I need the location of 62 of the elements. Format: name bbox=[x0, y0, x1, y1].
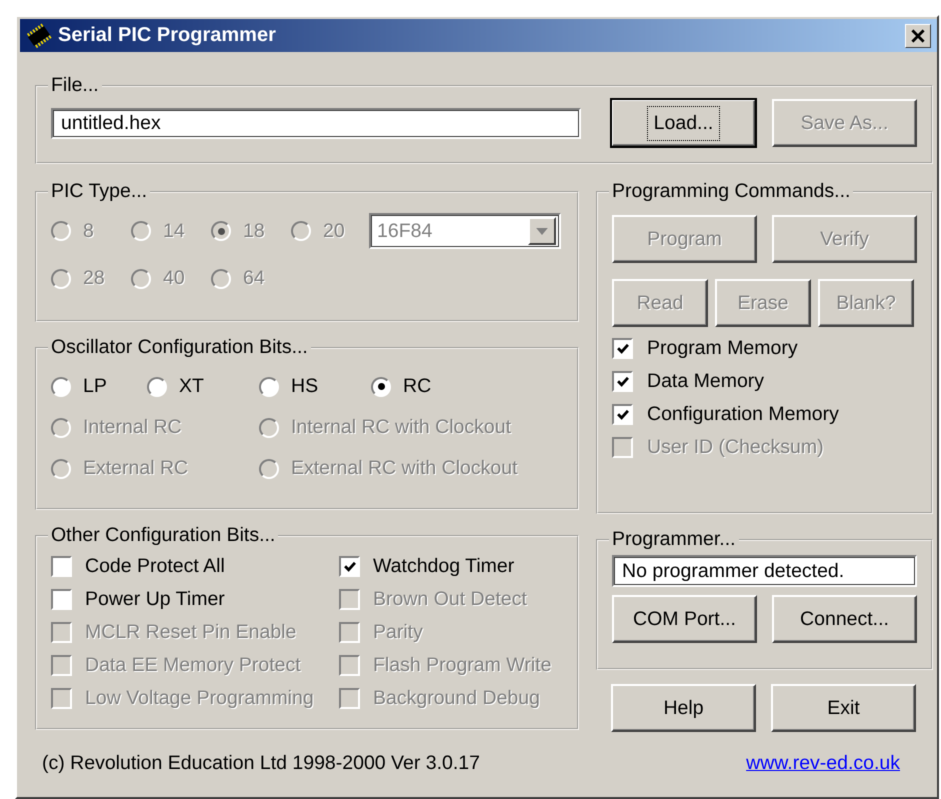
file-button[interactable]: Load... bbox=[611, 99, 756, 147]
checkbox[interactable] bbox=[51, 556, 72, 577]
check-mark-icon bbox=[342, 560, 356, 574]
checkbox[interactable] bbox=[612, 404, 633, 425]
checkbox[interactable] bbox=[339, 556, 360, 577]
checkbox-label: Data Memory bbox=[647, 370, 764, 393]
checkbox-label: Low Voltage Programming bbox=[85, 687, 314, 710]
group-title: Oscillator Configuration Bits... bbox=[50, 336, 309, 359]
status-field: No programmer detected. bbox=[612, 555, 917, 587]
checkbox[interactable] bbox=[612, 338, 633, 359]
group-title: Programmer... bbox=[611, 528, 737, 551]
checkbox[interactable] bbox=[612, 371, 633, 392]
radio-button[interactable] bbox=[259, 376, 279, 396]
radio-button[interactable] bbox=[371, 376, 391, 396]
checkbox-label: Parity bbox=[373, 621, 423, 644]
radio-button[interactable] bbox=[147, 376, 167, 396]
window-title: Serial PIC Programmer bbox=[58, 24, 277, 47]
checkbox-label: Watchdog Timer bbox=[373, 555, 514, 578]
radio-label: XT bbox=[179, 375, 204, 398]
programmer-button[interactable]: Connect... bbox=[772, 595, 917, 643]
checkbox-label: Data EE Memory Protect bbox=[85, 654, 301, 677]
radio-label: 64 bbox=[243, 267, 265, 290]
radio-label: HS bbox=[291, 375, 318, 398]
checkbox-label: Flash Program Write bbox=[373, 654, 552, 677]
radio-label: 14 bbox=[163, 220, 185, 242]
group-title: PIC Type... bbox=[50, 180, 148, 203]
copyright-text: (c) Revolution Education Ltd 1998-2000 Ver 3.0.17 bbox=[42, 752, 480, 775]
radio-label: 20 bbox=[323, 220, 345, 242]
checkbox-label: Power Up Timer bbox=[85, 588, 225, 611]
check-mark-icon bbox=[616, 408, 630, 422]
checkbox-label: Program Memory bbox=[647, 337, 798, 360]
checkbox-label: Background Debug bbox=[373, 687, 540, 710]
programmer-button[interactable]: COM Port... bbox=[612, 595, 757, 643]
checkbox-label: User ID (Checksum) bbox=[647, 436, 824, 459]
file-name-field[interactable]: untitled.hex bbox=[51, 108, 581, 138]
radio-label: 40 bbox=[163, 267, 185, 290]
checkbox-label: Configuration Memory bbox=[647, 403, 839, 426]
dialog-button[interactable]: Help bbox=[611, 684, 756, 732]
radio-label: Internal RC with Clockout bbox=[291, 416, 512, 439]
check-mark-icon bbox=[616, 342, 630, 356]
radio-label: External RC bbox=[83, 457, 188, 480]
radio-button[interactable] bbox=[51, 376, 71, 396]
dialog-button[interactable]: Exit bbox=[771, 684, 916, 732]
checkbox[interactable] bbox=[51, 589, 72, 610]
checkbox-label: MCLR Reset Pin Enable bbox=[85, 621, 296, 644]
chip-icon bbox=[26, 22, 52, 48]
group-title: Programming Commands... bbox=[611, 180, 852, 203]
radio-label: Internal RC bbox=[83, 416, 182, 439]
radio-label: 28 bbox=[83, 267, 105, 290]
radio-label: 8 bbox=[83, 220, 94, 242]
radio-label: LP bbox=[83, 375, 107, 398]
check-mark-icon bbox=[616, 374, 630, 388]
radio-label: External RC with Clockout bbox=[291, 457, 518, 480]
checkbox-label: Brown Out Detect bbox=[373, 588, 527, 611]
checkbox-label: Code Protect All bbox=[85, 555, 225, 578]
radio-label: RC bbox=[403, 375, 432, 398]
group-title: File... bbox=[50, 74, 100, 97]
radio-label: 18 bbox=[243, 220, 265, 242]
group-title: Other Configuration Bits... bbox=[50, 524, 276, 547]
website-link[interactable]: www.rev-ed.co.uk bbox=[746, 752, 900, 775]
close-button[interactable] bbox=[905, 24, 931, 48]
close-icon[interactable] bbox=[911, 28, 925, 42]
